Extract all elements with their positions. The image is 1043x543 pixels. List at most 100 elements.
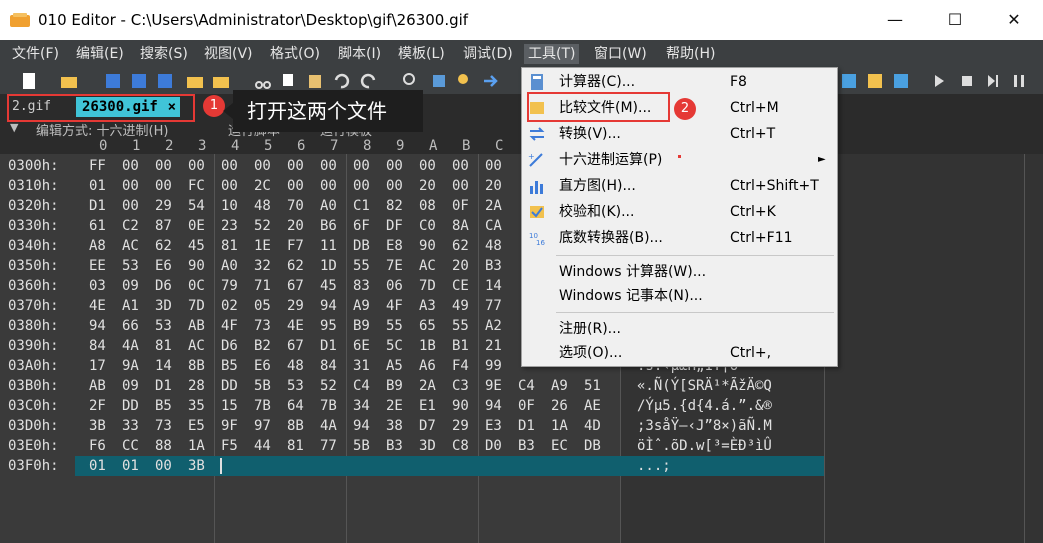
hex-byte[interactable]: DD	[122, 396, 146, 416]
hex-byte[interactable]: 29	[452, 416, 476, 436]
hex-byte[interactable]: 1A	[188, 436, 212, 456]
hex-byte[interactable]: 48	[287, 356, 311, 376]
hex-byte[interactable]: 7B	[254, 396, 278, 416]
hex-byte[interactable]: F7	[287, 236, 311, 256]
hex-byte[interactable]: 71	[254, 276, 278, 296]
menu-search[interactable]: 搜索(S)	[136, 44, 192, 64]
hex-byte[interactable]: 00	[287, 176, 311, 196]
new-file-icon[interactable]	[20, 72, 38, 90]
hex-byte[interactable]: 21	[485, 336, 509, 356]
redo-icon[interactable]	[360, 72, 378, 90]
hex-byte[interactable]: 2F	[89, 396, 113, 416]
menu-help[interactable]: 帮助(H)	[662, 44, 719, 64]
hex-byte[interactable]: A9	[551, 376, 575, 396]
checksum-icon[interactable]	[866, 72, 884, 90]
hex-byte[interactable]: 52	[254, 216, 278, 236]
hex-byte[interactable]: FC	[188, 176, 212, 196]
hex-byte[interactable]: 52	[320, 376, 344, 396]
menu-view[interactable]: 视图(V)	[200, 44, 257, 64]
hex-byte[interactable]: 99	[485, 356, 509, 376]
hex-byte[interactable]: B5	[221, 356, 245, 376]
hex-byte[interactable]: 38	[386, 416, 410, 436]
hex-byte[interactable]: 09	[122, 276, 146, 296]
hex-byte[interactable]: 0F	[452, 196, 476, 216]
hex-byte[interactable]: 00	[320, 176, 344, 196]
hex-byte[interactable]: AE	[584, 396, 608, 416]
hex-byte[interactable]: 53	[287, 376, 311, 396]
menu-template[interactable]: 模板(L)	[394, 44, 449, 64]
hex-byte[interactable]: 7D	[188, 296, 212, 316]
hex-byte[interactable]: E6	[155, 256, 179, 276]
hex-byte[interactable]: 61	[89, 216, 113, 236]
hex-byte[interactable]: 14	[485, 276, 509, 296]
hex-byte[interactable]: 9A	[122, 356, 146, 376]
hex-byte[interactable]: AC	[419, 256, 443, 276]
hex-byte[interactable]: 11	[320, 236, 344, 256]
hex-byte[interactable]: 00	[386, 156, 410, 176]
hex-row[interactable]: 03B0h: AB 09 D1 28 DD 5B 53 52 C4 B9 2A C3 9E C4 A9 51 «.…	[0, 376, 824, 396]
hex-byte[interactable]: 5B	[353, 436, 377, 456]
hex-byte[interactable]: 54	[188, 196, 212, 216]
hex-byte[interactable]: 00	[485, 156, 509, 176]
menu-item-histogram[interactable]: 直方图(H)... Ctrl+Shift+T	[522, 174, 837, 198]
hex-byte[interactable]: 00	[122, 196, 146, 216]
hex-byte[interactable]: 55	[452, 316, 476, 336]
hex-byte[interactable]: 51	[584, 376, 608, 396]
hex-byte[interactable]: 1E	[254, 236, 278, 256]
hex-byte[interactable]: 00	[452, 176, 476, 196]
hex-byte[interactable]: 9F	[221, 416, 245, 436]
menu-item-windows-notepad[interactable]: Windows 记事本(N)...	[522, 284, 837, 308]
replace-icon[interactable]	[430, 72, 448, 90]
hex-byte[interactable]: 90	[188, 256, 212, 276]
hex-byte[interactable]: 00	[386, 176, 410, 196]
goto-arrow-icon[interactable]	[482, 72, 500, 90]
hex-byte[interactable]: 00	[155, 176, 179, 196]
hex-byte[interactable]: 26	[551, 396, 575, 416]
hex-byte[interactable]: 0C	[188, 276, 212, 296]
folder-icon[interactable]	[186, 72, 204, 90]
hex-byte[interactable]: 95	[320, 316, 344, 336]
ascii-text[interactable]: ;3såŸ—‹J”8×)ãÑ.M	[637, 416, 772, 436]
hex-byte[interactable]: 44	[254, 436, 278, 456]
run-icon[interactable]	[930, 72, 948, 90]
hex-byte[interactable]: 10	[221, 196, 245, 216]
hex-byte[interactable]: C1	[353, 196, 377, 216]
hex-byte[interactable]: DF	[386, 216, 410, 236]
hex-byte[interactable]: AB	[89, 376, 113, 396]
save-as-icon[interactable]	[130, 72, 148, 90]
hex-byte[interactable]: A0	[320, 196, 344, 216]
hex-byte[interactable]: 4D	[584, 416, 608, 436]
menu-item-windows-calculator[interactable]: Windows 计算器(W)...	[522, 260, 837, 284]
menu-item-register[interactable]: 注册(R)...	[522, 317, 837, 341]
hex-byte[interactable]: 4E	[89, 296, 113, 316]
hex-byte[interactable]: 9E	[485, 376, 509, 396]
hex-byte[interactable]: E5	[188, 416, 212, 436]
hex-byte[interactable]: 5B	[254, 376, 278, 396]
hex-byte[interactable]: 0F	[518, 396, 542, 416]
hex-byte[interactable]: A1	[122, 296, 146, 316]
hex-byte[interactable]: 4A	[122, 336, 146, 356]
hex-byte[interactable]: 28	[188, 376, 212, 396]
copy-icon[interactable]	[280, 72, 298, 90]
hex-byte[interactable]: 00	[452, 156, 476, 176]
hex-byte[interactable]: C4	[353, 376, 377, 396]
hex-row[interactable]: 03F0h: 01 01 00 3B...;	[0, 456, 824, 476]
hex-byte[interactable]: C4	[518, 376, 542, 396]
ascii-text[interactable]: öÌˆ.õD.w[³=ÈÐ³ìÛ	[637, 436, 772, 456]
hex-byte[interactable]: 65	[419, 316, 443, 336]
hex-byte[interactable]: B6	[320, 216, 344, 236]
hex-byte[interactable]: F6	[89, 436, 113, 456]
hex-byte[interactable]: 82	[386, 196, 410, 216]
hex-byte[interactable]: 48	[485, 236, 509, 256]
hex-byte[interactable]: 77	[485, 296, 509, 316]
hex-byte[interactable]: 55	[353, 256, 377, 276]
base-converter-icon[interactable]	[892, 72, 910, 90]
hex-byte[interactable]: C2	[122, 216, 146, 236]
hex-byte[interactable]: 53	[122, 256, 146, 276]
hex-byte[interactable]: D7	[419, 416, 443, 436]
menu-item-calculator[interactable]: 计算器(C)... F8	[522, 70, 837, 94]
hex-byte[interactable]: C0	[419, 216, 443, 236]
hex-byte[interactable]: B2	[254, 336, 278, 356]
hex-byte[interactable]: 3B	[188, 456, 212, 476]
hex-byte[interactable]: 90	[452, 396, 476, 416]
